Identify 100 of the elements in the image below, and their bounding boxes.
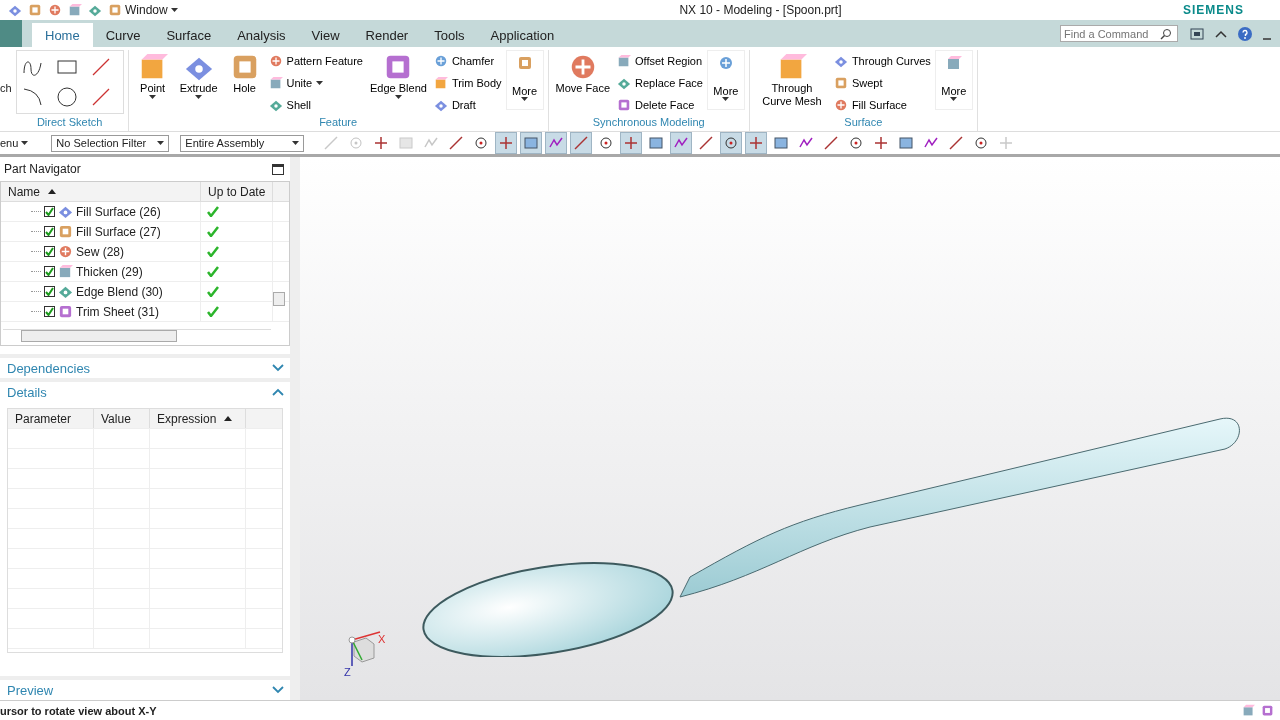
tool-icon: [717, 55, 734, 71]
tool-icon: [268, 76, 283, 90]
collapse-ribbon-icon[interactable]: [1214, 28, 1228, 39]
group-label: Feature: [318, 116, 359, 130]
help-icon[interactable]: [1238, 26, 1252, 41]
status-icon: [1261, 704, 1274, 717]
ribbon-button[interactable]: Extrude: [176, 50, 221, 101]
ribbon-button[interactable]: Edge Blend: [367, 50, 430, 101]
axis-label: Z: [344, 666, 351, 678]
column-header[interactable]: Expression: [157, 411, 217, 426]
ribbon-tab[interactable]: Render: [352, 23, 422, 47]
tool-icon: [833, 76, 848, 90]
checkbox[interactable]: [44, 266, 55, 277]
caret-icon: [722, 97, 730, 101]
tool-icon: [833, 54, 848, 68]
tool-icon: [433, 54, 448, 68]
column-header[interactable]: Name: [8, 184, 40, 199]
ribbon-button[interactable]: Hole: [224, 50, 265, 97]
ribbon-button[interactable]: Offset Region: [617, 52, 703, 70]
ribbon-tab[interactable]: Home: [32, 23, 93, 47]
group-label: Direct Sketch: [35, 116, 104, 130]
ribbon-tab[interactable]: Curve: [92, 23, 154, 47]
ribbon-tab[interactable]: Application: [477, 23, 568, 47]
ribbon-button[interactable]: Trim Body: [433, 74, 502, 92]
ribbon-button[interactable]: Draft: [433, 96, 502, 114]
sort-icon: [224, 416, 233, 421]
ribbon-button[interactable]: Replace Face: [617, 74, 703, 92]
status-message: ursor to rotate view about X-Y: [0, 704, 157, 717]
caret-icon: [157, 141, 165, 145]
ribbon-button[interactable]: Unite: [268, 74, 363, 92]
tool-icon: [833, 98, 848, 112]
ribbon-button[interactable]: Through Curves: [833, 52, 931, 70]
more-button[interactable]: More: [706, 50, 745, 110]
command-search-field[interactable]: Find a Command: [1060, 25, 1178, 42]
feature-name[interactable]: Thicken (29): [76, 264, 143, 279]
sketch-label[interactable]: ch: [0, 82, 12, 131]
ribbon-tab[interactable]: View: [298, 23, 353, 47]
more-button[interactable]: More: [505, 50, 544, 110]
ribbon-button[interactable]: Shell: [268, 96, 363, 114]
checkbox[interactable]: [44, 286, 55, 297]
column-header[interactable]: Value: [101, 411, 131, 426]
feature-icon: [58, 204, 73, 219]
group-label: Surface: [843, 116, 884, 130]
caret-icon: [21, 141, 29, 145]
feature-name[interactable]: Fill Surface (26): [76, 204, 161, 219]
checkbox[interactable]: [44, 206, 55, 217]
quick-access-icon: [88, 3, 102, 17]
caret-icon: [292, 141, 300, 145]
assembly-scope-dropdown[interactable]: Entire Assembly: [180, 134, 305, 152]
ribbon-button[interactable]: Pattern Feature: [268, 52, 363, 70]
section-header[interactable]: Dependencies: [0, 354, 290, 378]
sort-icon: [48, 189, 56, 194]
feature-icon: [58, 264, 73, 279]
ribbon-button[interactable]: Swept: [833, 74, 931, 92]
checkbox[interactable]: [44, 306, 55, 317]
window-menu[interactable]: Window: [108, 3, 178, 17]
feature-name[interactable]: Fill Surface (27): [76, 224, 161, 239]
feature-name[interactable]: Trim Sheet (31): [76, 304, 159, 319]
tool-icon: [617, 98, 631, 112]
ribbon-button[interactable]: Delete Face: [617, 96, 703, 114]
window-icon: [108, 3, 122, 17]
feature-name[interactable]: Edge Blend (30): [76, 284, 163, 299]
ribbon-tab[interactable]: Analysis: [224, 23, 299, 47]
caret-icon: [521, 97, 529, 101]
ribbon-button[interactable]: Move Face: [552, 50, 613, 97]
ribbon-tab[interactable]: Surface: [153, 23, 225, 47]
selection-filter-dropdown[interactable]: No Selection Filter: [51, 134, 170, 152]
horizontal-scrollbar[interactable]: [3, 329, 271, 343]
status-icon: [1242, 704, 1255, 717]
panel-title: Part Navigator: [4, 162, 81, 176]
checkbox[interactable]: [44, 226, 55, 237]
group-label: Synchronous Modeling: [591, 116, 706, 130]
more-button[interactable]: More: [934, 50, 973, 110]
tool-icon: [516, 55, 533, 71]
window-title: NX 10 - Modeling - [Spoon.prt]: [678, 3, 843, 17]
feature-icon: [58, 284, 73, 299]
search-icon: [1160, 27, 1172, 40]
column-header[interactable]: Parameter: [15, 411, 72, 426]
tool-icon: [268, 98, 283, 112]
tool-icon: [433, 98, 448, 112]
ribbon-button[interactable]: Point: [132, 50, 173, 101]
feature-icon: [58, 224, 73, 239]
ribbon-tab[interactable]: Tools: [421, 23, 478, 47]
ribbon-button[interactable]: Chamfer: [433, 52, 502, 70]
column-header[interactable]: Up to Date: [208, 184, 266, 199]
quick-access-icon: [28, 3, 42, 17]
caret-icon: [950, 97, 958, 101]
feature-icon: [58, 244, 73, 259]
ribbon-button[interactable]: Fill Surface: [833, 96, 931, 114]
checkbox[interactable]: [44, 246, 55, 257]
maximize-icon[interactable]: [272, 163, 284, 175]
sketch-curve-icon[interactable]: [54, 85, 79, 109]
ribbon-button[interactable]: Through Curve Mesh: [753, 50, 830, 110]
fullscreen-icon[interactable]: [1190, 27, 1204, 40]
tool-icon: [617, 76, 631, 90]
feature-name[interactable]: Sew (28): [76, 244, 125, 259]
tool-icon: [433, 76, 448, 90]
brand-name: SIEMENS: [1183, 3, 1244, 17]
tool-icon: [945, 55, 962, 71]
menu-button[interactable]: enu: [0, 137, 29, 149]
